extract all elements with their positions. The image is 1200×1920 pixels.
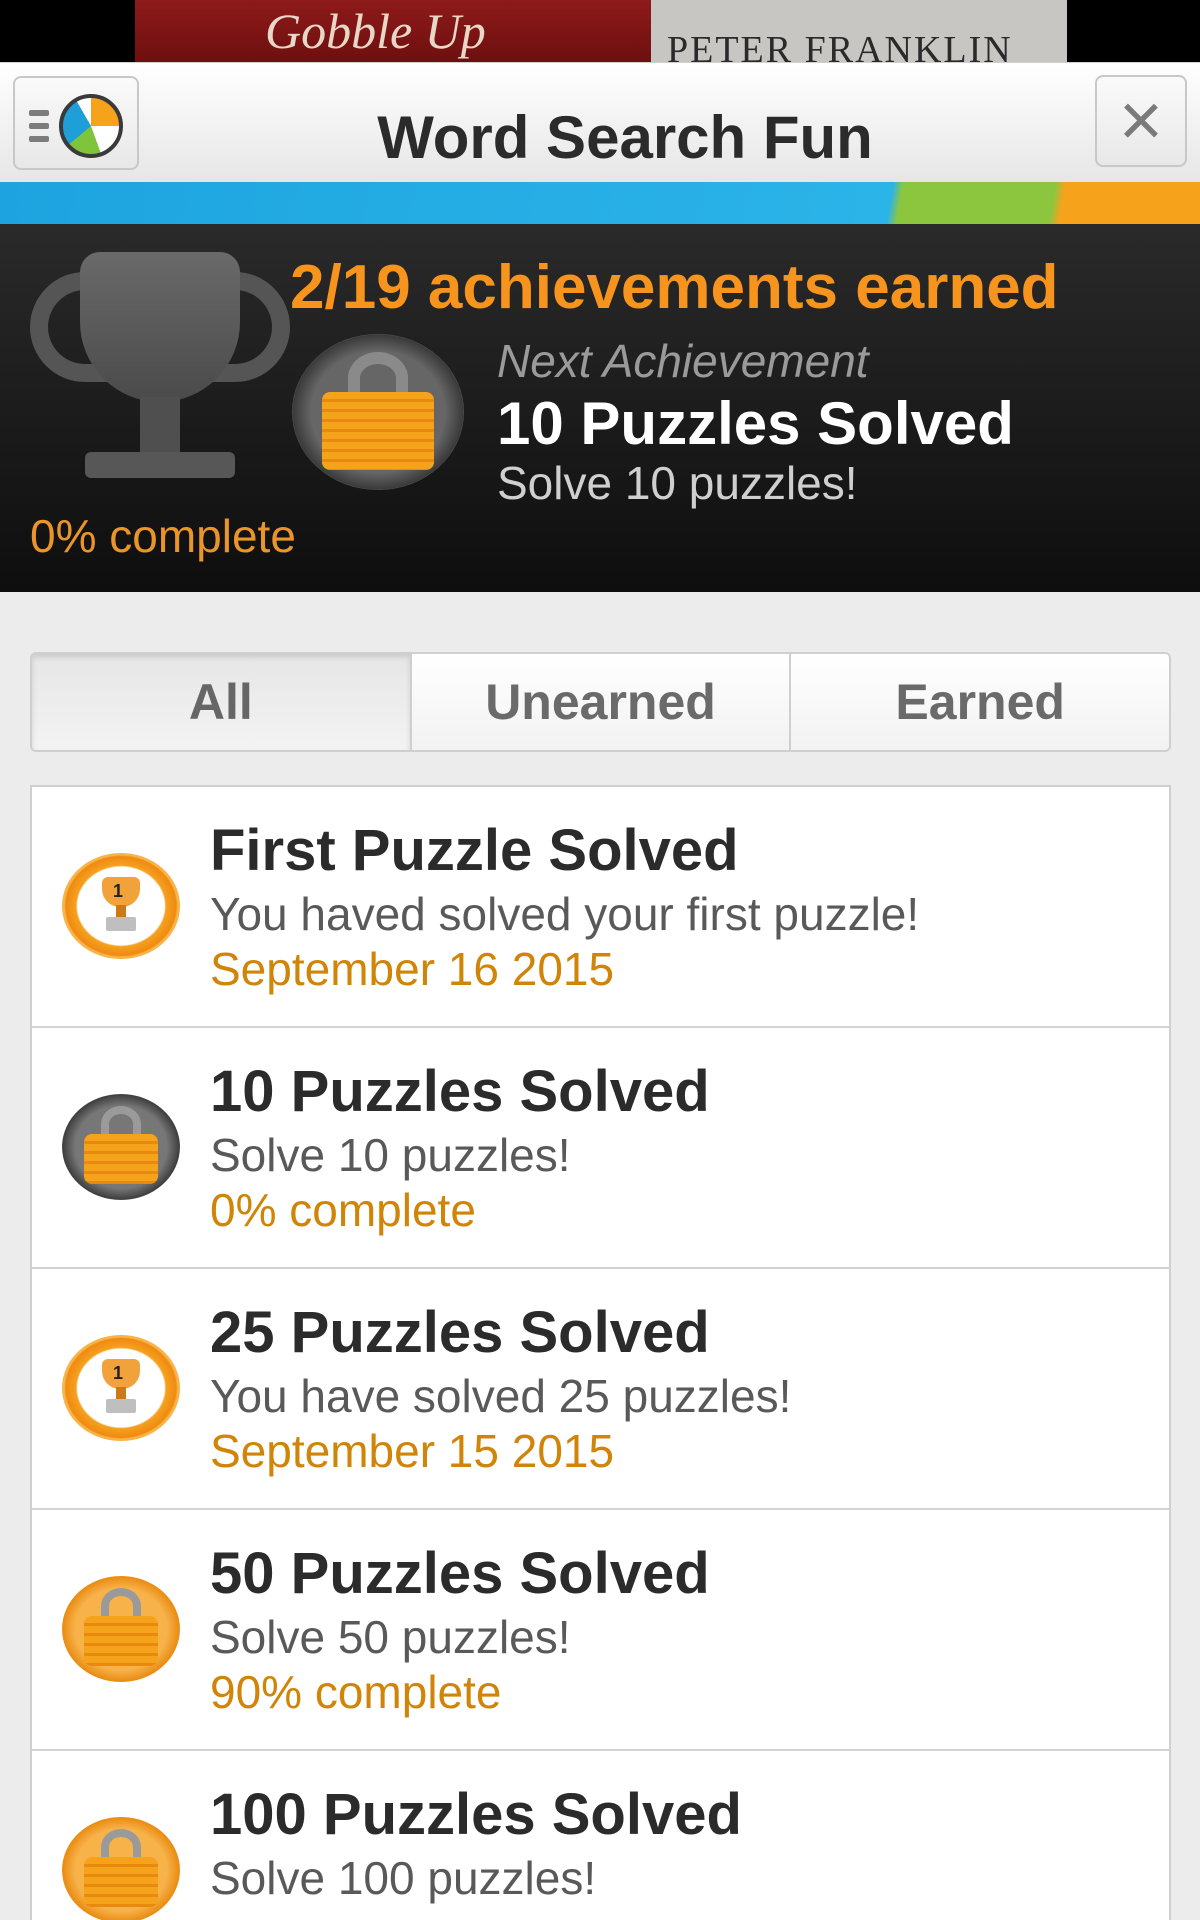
close-button[interactable]: × [1095,75,1187,167]
list-item[interactable]: 10 Puzzles Solved Solve 10 puzzles! 0% c… [32,1028,1169,1269]
next-achievement-label: Next Achievement [497,335,869,387]
tab-all[interactable]: All [32,654,412,750]
achievements-earned-count: 2/19 achievements earned [290,253,1059,322]
list-item[interactable]: 1 First Puzzle Solved You haved solved y… [32,787,1169,1028]
achievement-description: Solve 10 puzzles! [210,1129,571,1181]
list-item[interactable]: 50 Puzzles Solved Solve 50 puzzles! 90% … [32,1510,1169,1751]
tab-earned[interactable]: Earned [791,654,1169,750]
achievement-list: 1 First Puzzle Solved You haved solved y… [30,785,1171,1920]
achievement-name: 10 Puzzles Solved [210,1059,710,1124]
overall-progress: 0% complete [30,510,296,562]
ad-banner-left[interactable]: Gobble Up [135,0,651,64]
achievement-name: 25 Puzzles Solved [210,1300,710,1365]
achievement-description: Solve 50 puzzles! [210,1611,571,1663]
achievement-description: You haved solved your first puzzle! [210,888,920,940]
padlock-icon [62,1817,180,1920]
page-title: Word Search Fun [377,104,873,171]
next-achievement-title: 10 Puzzles Solved [497,390,1014,457]
list-item[interactable]: 1 25 Puzzles Solved You have solved 25 p… [32,1269,1169,1510]
next-achievement-description: Solve 10 puzzles! [497,457,858,509]
trophy-badge-icon: 1 [62,853,180,959]
achievement-name: 50 Puzzles Solved [210,1541,710,1606]
achievement-name: 100 Puzzles Solved [210,1782,742,1847]
color-stripe [0,182,1200,224]
ad-banner-right-text: PETER FRANKLIN [667,29,1013,64]
achievement-name: First Puzzle Solved [210,818,739,883]
ad-banner-left-text: Gobble Up [265,3,486,59]
achievement-date: September 15 2015 [210,1425,615,1477]
tab-unearned[interactable]: Unearned [411,654,792,750]
list-item[interactable]: 100 Puzzles Solved Solve 100 puzzles! [32,1751,1169,1920]
ad-banner[interactable]: Gobble Up PETER FRANKLIN [0,0,1200,64]
achievement-progress: 90% complete [210,1666,502,1718]
close-icon: × [1118,78,1164,163]
header-bar: Word Search Fun × [0,62,1200,182]
achievement-description: Solve 100 puzzles! [210,1852,597,1904]
padlock-icon [292,334,464,490]
padlock-icon [62,1094,180,1200]
achievement-date: September 16 2015 [210,943,615,995]
achievement-description: You have solved 25 puzzles! [210,1370,792,1422]
achievement-summary: 2/19 achievements earned Next Achievemen… [0,224,1200,592]
ad-banner-right[interactable]: PETER FRANKLIN [651,0,1067,64]
trophy-badge-icon: 1 [62,1335,180,1441]
padlock-icon [62,1576,180,1682]
achievement-progress: 0% complete [210,1184,476,1236]
filter-tabs: All Unearned Earned [30,652,1171,752]
